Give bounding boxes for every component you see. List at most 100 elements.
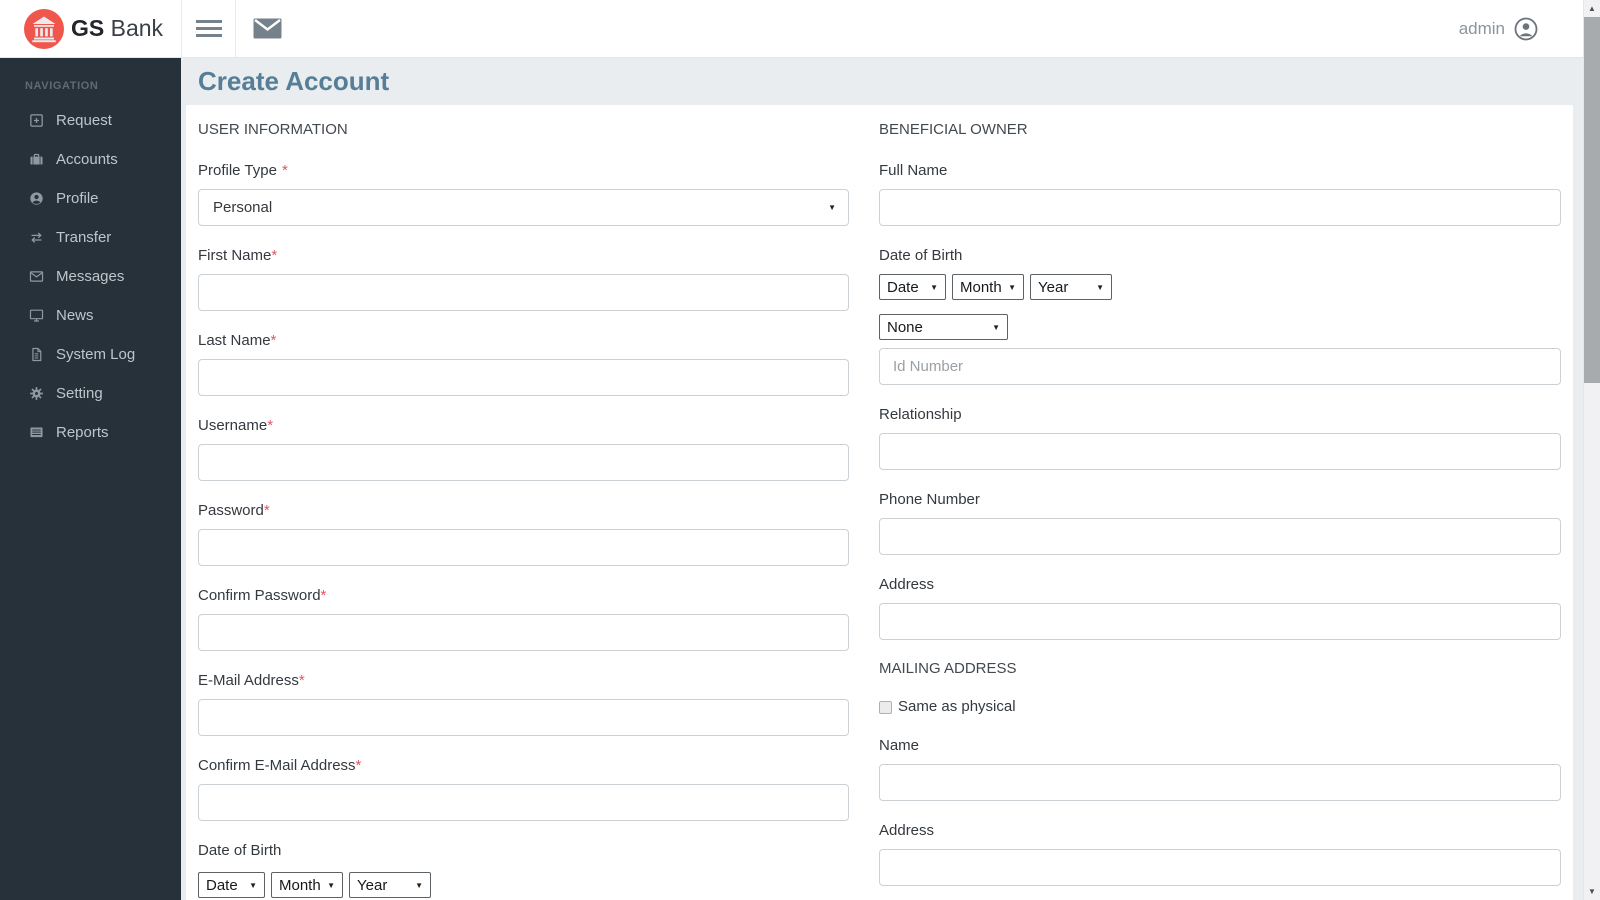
mailing-name-group: Name (879, 737, 1561, 801)
username-label: admin (1459, 19, 1505, 39)
plus-square-icon (28, 112, 45, 129)
vertical-scrollbar[interactable]: ▲ ▼ (1583, 0, 1600, 900)
sidebar-item-accounts[interactable]: Accounts (0, 140, 181, 179)
brand-logo[interactable]: GS Bank (0, 0, 181, 57)
sidebar-item-setting[interactable]: Setting (0, 374, 181, 413)
sidebar-item-transfer[interactable]: Transfer (0, 218, 181, 257)
bo-full-name-input[interactable] (879, 189, 1561, 226)
confirm-email-input[interactable] (198, 784, 849, 821)
beneficial-owner-column: BENEFICIAL OWNER Full Name Date of Birth… (879, 121, 1561, 898)
user-dob-label: Date of Birth (198, 842, 849, 860)
bo-id-number-input[interactable] (879, 348, 1561, 385)
bo-dob-label: Date of Birth (879, 247, 1561, 265)
confirm-email-group: Confirm E-Mail Address* (198, 757, 849, 821)
bo-relationship-group: Relationship (879, 406, 1561, 470)
bo-phone-input[interactable] (879, 518, 1561, 555)
last-name-label: Last Name* (198, 332, 849, 350)
main-content: Create Account USER INFORMATION Profile … (181, 58, 1600, 900)
chevron-down-icon: ▼ (992, 323, 1000, 332)
chevron-down-icon: ▼ (415, 881, 423, 890)
last-name-group: Last Name* (198, 332, 849, 396)
user-dob-date-select[interactable]: Date▼ (198, 872, 265, 898)
create-account-card: USER INFORMATION Profile Type* Personal … (186, 105, 1573, 900)
scrollbar-up-icon[interactable]: ▲ (1584, 0, 1600, 17)
bo-address-label: Address (879, 576, 1561, 594)
sidebar-item-request[interactable]: Request (0, 101, 181, 140)
section-title-user-information: USER INFORMATION (198, 121, 849, 139)
confirm-email-label: Confirm E-Mail Address* (198, 757, 849, 775)
profile-type-label: Profile Type* (198, 162, 849, 180)
chevron-down-icon: ▼ (1096, 283, 1104, 292)
confirm-password-group: Confirm Password* (198, 587, 849, 651)
mailing-address-group: Address (879, 822, 1561, 886)
user-dob-group: Date of Birth Date▼ Month▼ Year▼ (198, 842, 849, 898)
password-group: Password* (198, 502, 849, 566)
document-icon (28, 346, 45, 363)
scrollbar-thumb[interactable] (1584, 17, 1600, 383)
section-title-beneficial-owner: BENEFICIAL OWNER (879, 121, 1561, 139)
chevron-down-icon: ▼ (249, 881, 257, 890)
envelope-icon (253, 18, 282, 39)
username-group: Username* (198, 417, 849, 481)
bo-relationship-label: Relationship (879, 406, 1561, 424)
email-group: E-Mail Address* (198, 672, 849, 736)
confirm-password-input[interactable] (198, 614, 849, 651)
user-dob-year-select[interactable]: Year▼ (349, 872, 431, 898)
sidebar-item-reports[interactable]: Reports (0, 413, 181, 452)
bo-dob-year-select[interactable]: Year▼ (1030, 274, 1112, 300)
sidebar-item-messages[interactable]: Messages (0, 257, 181, 296)
chevron-down-icon: ▼ (1008, 283, 1016, 292)
password-input[interactable] (198, 529, 849, 566)
password-label: Password* (198, 502, 849, 520)
envelope-icon (28, 268, 45, 285)
nav-section-label: NAVIGATION (0, 58, 181, 92)
profile-type-group: Profile Type* Personal ▼ (198, 162, 849, 226)
sidebar-toggle-button[interactable] (181, 0, 236, 57)
email-input[interactable] (198, 699, 849, 736)
briefcase-icon (28, 151, 45, 168)
username-input[interactable] (198, 444, 849, 481)
mailing-address-input[interactable] (879, 849, 1561, 886)
mailing-name-input[interactable] (879, 764, 1561, 801)
sidebar-item-news[interactable]: News (0, 296, 181, 335)
user-dob-month-select[interactable]: Month▼ (271, 872, 343, 898)
top-header: GS Bank admin (0, 0, 1600, 58)
section-title-mailing-address: MAILING ADDRESS (879, 660, 1561, 678)
bo-address-input[interactable] (879, 603, 1561, 640)
mailing-address-label: Address (879, 822, 1561, 840)
monitor-icon (28, 307, 45, 324)
same-as-physical-checkbox[interactable] (879, 701, 892, 714)
same-as-physical-row[interactable]: Same as physical (879, 698, 1561, 716)
bo-address-group: Address (879, 576, 1561, 640)
sidebar: NAVIGATION Request Accounts Profile Tran… (0, 58, 181, 900)
bo-dob-month-select[interactable]: Month▼ (952, 274, 1024, 300)
sidebar-item-profile[interactable]: Profile (0, 179, 181, 218)
bo-dob-group: Date of Birth Date▼ Month▼ Year▼ None▼ (879, 247, 1561, 385)
same-as-physical-label: Same as physical (898, 698, 1016, 716)
brand-name: GS Bank (71, 15, 163, 42)
chevron-down-icon: ▼ (828, 203, 836, 212)
first-name-group: First Name* (198, 247, 849, 311)
user-circle-icon (1514, 17, 1538, 41)
first-name-input[interactable] (198, 274, 849, 311)
confirm-password-label: Confirm Password* (198, 587, 849, 605)
bo-dob-date-select[interactable]: Date▼ (879, 274, 946, 300)
hamburger-icon (196, 16, 222, 41)
bo-phone-group: Phone Number (879, 491, 1561, 555)
bo-full-name-group: Full Name (879, 162, 1561, 226)
sidebar-item-system-log[interactable]: System Log (0, 335, 181, 374)
profile-type-select[interactable]: Personal ▼ (198, 189, 849, 226)
chevron-down-icon: ▼ (327, 881, 335, 890)
user-menu[interactable]: admin (1459, 17, 1538, 41)
list-box-icon (28, 424, 45, 441)
last-name-input[interactable] (198, 359, 849, 396)
user-information-column: USER INFORMATION Profile Type* Personal … (198, 121, 849, 898)
chevron-down-icon: ▼ (930, 283, 938, 292)
first-name-label: First Name* (198, 247, 849, 265)
messages-button[interactable] (236, 0, 298, 57)
bo-relationship-input[interactable] (879, 433, 1561, 470)
bo-id-type-select[interactable]: None▼ (879, 314, 1008, 340)
gear-icon (28, 385, 45, 402)
mailing-name-label: Name (879, 737, 1561, 755)
scrollbar-down-icon[interactable]: ▼ (1584, 883, 1600, 900)
